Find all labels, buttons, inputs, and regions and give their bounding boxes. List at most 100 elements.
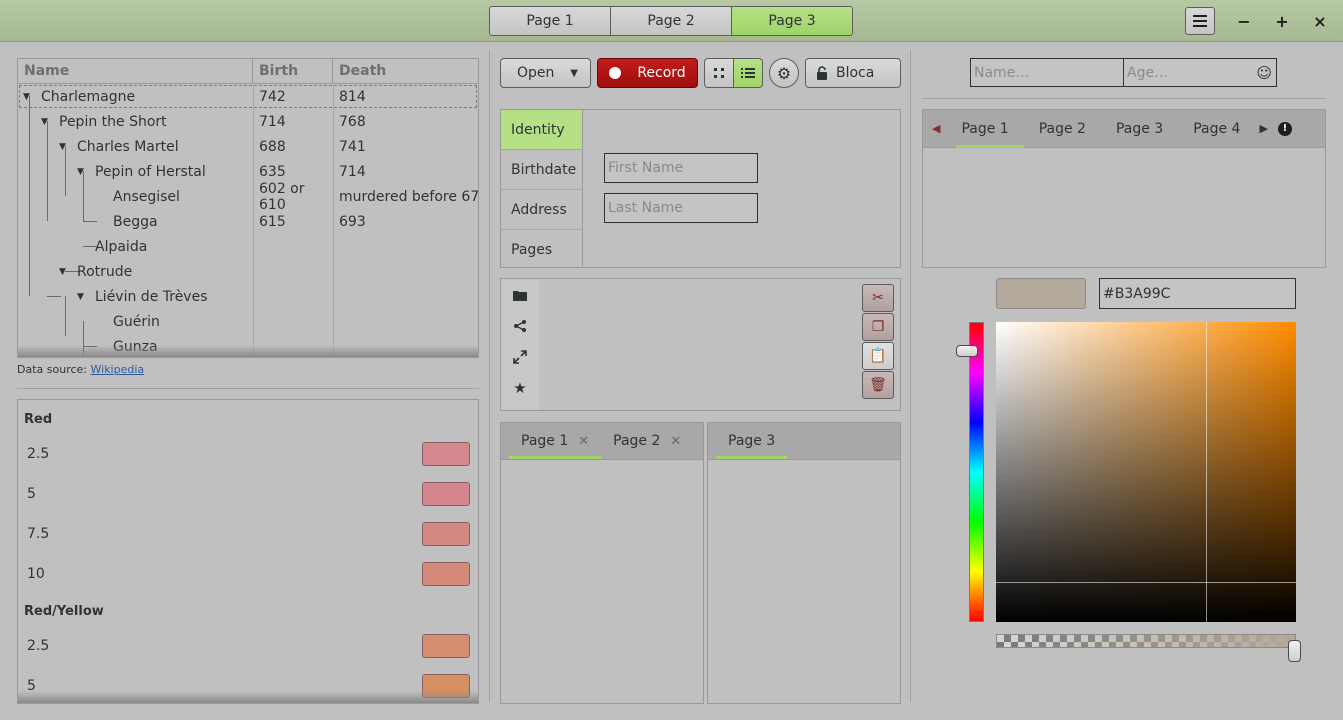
close-button[interactable]: × bbox=[1305, 7, 1335, 35]
tree-row[interactable]: ▼ Pepin of Herstal 635 714 bbox=[18, 159, 478, 184]
minimize-button[interactable]: − bbox=[1229, 7, 1259, 35]
list-item[interactable]: 7.5 bbox=[18, 514, 478, 554]
list-item[interactable]: 2.5 bbox=[18, 434, 478, 474]
record-button[interactable]: Record bbox=[597, 58, 698, 88]
color-swatch[interactable] bbox=[422, 522, 470, 546]
tab-page-2[interactable]: Page 2 bbox=[1024, 110, 1101, 148]
list-icon bbox=[741, 68, 755, 78]
name-field[interactable]: Name… bbox=[970, 58, 1124, 87]
tab-page-4[interactable]: Page 4 bbox=[1178, 110, 1255, 148]
maximize-button[interactable]: + bbox=[1267, 7, 1297, 35]
expander-down-icon[interactable]: ▼ bbox=[41, 117, 53, 127]
header-tab-page-1[interactable]: Page 1 bbox=[489, 6, 611, 36]
stack-switcher: Page 1 Page 2 Page 3 bbox=[489, 6, 853, 36]
sidebar-item-birthdate[interactable]: Birthdate bbox=[501, 150, 582, 190]
separator bbox=[489, 50, 490, 702]
color-list: Red 2.5 5 7.5 10 Red/Yellow 2.5 5 bbox=[17, 399, 479, 704]
color-swatch[interactable] bbox=[422, 442, 470, 466]
tree-row[interactable]: ▼ Liévin de Trèves bbox=[18, 284, 478, 309]
fullscreen-icon[interactable] bbox=[501, 341, 539, 372]
header-tab-page-3[interactable]: Page 3 bbox=[732, 6, 853, 36]
wikipedia-link[interactable]: Wikipedia bbox=[91, 363, 145, 376]
alpha-slider[interactable] bbox=[996, 634, 1296, 648]
age-field[interactable]: Age… ☺ bbox=[1123, 58, 1277, 87]
notebook-right: Page 3 bbox=[707, 422, 901, 704]
copy-icon[interactable]: ❐ bbox=[862, 313, 894, 341]
header-tab-page-2[interactable]: Page 2 bbox=[611, 6, 732, 36]
chevron-down-icon: ▼ bbox=[570, 67, 578, 79]
tree-row[interactable]: ▼ Charles Martel 688 741 bbox=[18, 134, 478, 159]
sidebar-item-identity[interactable]: Identity bbox=[501, 110, 582, 150]
cut-icon[interactable]: ✂ bbox=[862, 284, 894, 312]
delete-icon[interactable]: 🗑 bbox=[862, 371, 894, 399]
expander-down-icon[interactable]: ▼ bbox=[59, 267, 71, 277]
tab-page-1[interactable]: Page 1 ✕ bbox=[509, 423, 602, 459]
text-pane: ★ ✂ ❐ 📋 🗑 bbox=[500, 278, 901, 411]
close-icon[interactable]: ✕ bbox=[670, 434, 681, 449]
tree-row[interactable]: ▼ Pepin the Short 714 768 bbox=[18, 109, 478, 134]
expander-down-icon[interactable]: ▼ bbox=[23, 92, 35, 102]
expander-down-icon[interactable]: ▼ bbox=[59, 142, 71, 152]
hex-color-input[interactable]: #B3A99C bbox=[1099, 278, 1296, 309]
tree-row[interactable]: ▼ Charlemagne 742 814 bbox=[18, 84, 478, 109]
stack-sidebar-panel: Identity Birthdate Address Pages First N… bbox=[500, 109, 901, 268]
lock-button[interactable]: Bloca bbox=[805, 58, 901, 88]
grid-icon bbox=[714, 68, 724, 78]
tree-row[interactable]: Begga 615 693 bbox=[18, 209, 478, 234]
tab-page-2[interactable]: Page 2 ✕ bbox=[601, 423, 693, 459]
color-preview-swatch[interactable] bbox=[996, 278, 1086, 309]
grid-view-button[interactable] bbox=[704, 58, 734, 88]
separator bbox=[17, 388, 479, 389]
separator bbox=[922, 98, 1326, 99]
last-name-field[interactable]: Last Name bbox=[604, 193, 758, 223]
sidebar-item-pages[interactable]: Pages bbox=[501, 230, 582, 270]
tab-page-3[interactable]: Page 3 bbox=[1101, 110, 1178, 148]
lock-icon bbox=[817, 66, 827, 80]
column-header-birth[interactable]: Birth bbox=[253, 59, 333, 83]
first-name-field[interactable]: First Name bbox=[604, 153, 758, 183]
saturation-value-plane[interactable] bbox=[996, 322, 1296, 622]
color-group-title: Red bbox=[24, 412, 53, 427]
scroll-left-icon[interactable]: ◀ bbox=[923, 122, 946, 135]
emoji-icon[interactable]: ☺ bbox=[1256, 64, 1272, 82]
list-item[interactable]: 2.5 bbox=[18, 626, 478, 666]
record-icon bbox=[609, 67, 622, 79]
list-item[interactable]: 5 bbox=[18, 474, 478, 514]
hue-slider[interactable] bbox=[969, 322, 984, 622]
list-view-button[interactable] bbox=[734, 58, 763, 88]
folder-icon[interactable] bbox=[501, 279, 539, 310]
open-button[interactable]: Open ▼ bbox=[500, 58, 591, 88]
close-icon[interactable]: ✕ bbox=[578, 434, 589, 449]
color-group-title: Red/Yellow bbox=[24, 604, 104, 619]
star-icon[interactable]: ★ bbox=[501, 372, 539, 403]
tree-view: Name Birth Death ▼ Charlemagne 742 814 ▼ P… bbox=[17, 58, 479, 358]
notebook-left: Page 1 ✕ Page 2 ✕ bbox=[500, 422, 704, 704]
alpha-slider-handle[interactable] bbox=[1288, 640, 1301, 662]
alert-icon: ! bbox=[1277, 121, 1292, 136]
data-source-label: Data source: Wikipedia bbox=[17, 363, 145, 376]
expander-down-icon[interactable]: ▼ bbox=[77, 292, 89, 302]
color-swatch[interactable] bbox=[422, 562, 470, 586]
tab-page-3[interactable]: Page 3 bbox=[716, 423, 788, 459]
tree-row[interactable]: Guérin bbox=[18, 309, 478, 334]
share-icon[interactable] bbox=[501, 310, 539, 341]
color-swatch[interactable] bbox=[422, 634, 470, 658]
column-header-death[interactable]: Death bbox=[333, 59, 478, 83]
color-swatch[interactable] bbox=[422, 482, 470, 506]
gear-icon: ⚙ bbox=[776, 63, 792, 83]
hue-slider-handle[interactable] bbox=[956, 345, 978, 357]
paste-icon[interactable]: 📋 bbox=[862, 342, 894, 370]
column-header-name[interactable]: Name bbox=[18, 59, 253, 83]
tree-row[interactable]: ▼ Rotrude bbox=[18, 259, 478, 284]
tab-page-1[interactable]: Page 1 bbox=[946, 110, 1024, 148]
tree-row[interactable]: Alpaida bbox=[18, 234, 478, 259]
scroll-right-icon[interactable]: ▶ bbox=[1255, 122, 1277, 135]
expander-down-icon[interactable]: ▼ bbox=[77, 167, 89, 177]
sidebar-item-address[interactable]: Address bbox=[501, 190, 582, 230]
hamburger-icon bbox=[1193, 15, 1207, 27]
scrolling-notebook: ◀ Page 1 Page 2 Page 3 Page 4 ▶ ! bbox=[922, 109, 1326, 268]
settings-button[interactable]: ⚙ bbox=[769, 58, 799, 88]
tree-row[interactable]: Ansegisel 602 or 610 murdered before 679 bbox=[18, 181, 478, 213]
list-item[interactable]: 10 bbox=[18, 554, 478, 594]
menu-button[interactable] bbox=[1185, 7, 1215, 35]
